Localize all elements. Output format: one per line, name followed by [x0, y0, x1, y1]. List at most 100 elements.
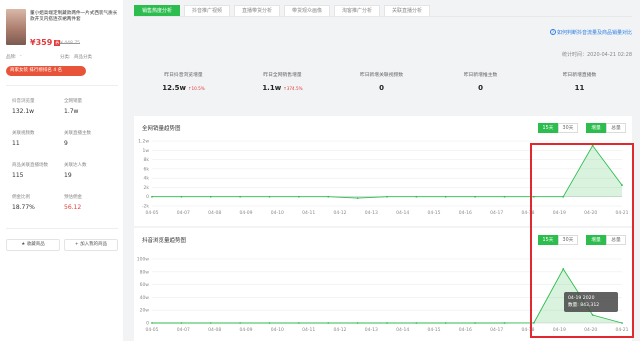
y-tick-label: 80w: [140, 269, 150, 275]
stat-value: 19: [64, 172, 72, 179]
data-point: [444, 195, 447, 198]
x-tick-label: 04-10: [271, 210, 284, 216]
help-link[interactable]: ? 如何判断抖音流量及商品销量对比: [549, 29, 632, 36]
brand-label: 品牌:: [6, 55, 17, 60]
add-library-button[interactable]: + 加入我的商品: [64, 239, 118, 251]
summary-row: 昨日抖音浏览增量 12.5w ↑10.5% 昨日全网销售增量 1.1w ↑374.5…: [134, 62, 632, 98]
tab-sales-heat[interactable]: 销售热度分析: [134, 5, 180, 16]
summary-label: 昨日新增直播数: [562, 73, 597, 78]
summary-label: 昨日新增推主数: [463, 73, 498, 78]
tooltip-date: 04-19 2020: [568, 296, 595, 301]
chart-tooltip: 04-19 2020 数量: 843,312: [564, 292, 618, 312]
product-panel: 董小姐高端定制藏款两件一片式西装气质长款开叉内搭连衣裙两件套 ¥359 券 ¥ 4…: [0, 0, 123, 341]
x-tick-label: 04-10: [271, 327, 284, 333]
stat-value: 56.12: [64, 204, 82, 211]
y-tick-label: 4k: [144, 176, 150, 182]
y-tick-label: 1w: [142, 148, 149, 154]
series-area: [152, 269, 622, 323]
data-point: [151, 322, 153, 324]
x-tick-label: 04-14: [396, 210, 409, 216]
stat-label: 关联达人数: [64, 163, 87, 168]
x-tick-label: 04-19: [553, 210, 566, 216]
summary-value: 1.1w ↑374.5%: [233, 84, 332, 92]
app-root: 董小姐高端定制藏款两件一片式西装气质长款开叉内搭连衣裙两件套 ¥359 券 ¥ 4…: [0, 0, 640, 341]
tab-taoke[interactable]: 淘客推广分析: [334, 5, 380, 16]
updated-time: 统计时间：2020-04-21 02:28: [561, 52, 632, 58]
price-value: ¥359: [30, 38, 53, 47]
data-point: [621, 322, 623, 324]
x-tick-label: 04-14: [396, 327, 409, 333]
summary-value: 12.5w ↑10.5%: [134, 84, 233, 92]
summary-item: 昨日新增直播数 11: [530, 62, 629, 92]
sales-chart[interactable]: 1.2w 1w 8k 6k 4k 2k 0 -2k04-05 04-07 04-08 04-09 04…: [134, 116, 632, 226]
stat-label: 预估佣金: [64, 195, 82, 200]
x-tick-label: 04-21: [615, 327, 628, 333]
y-tick-label: 2k: [144, 185, 150, 191]
x-tick-label: 04-16: [459, 327, 472, 333]
data-point: [474, 195, 477, 198]
tab-audience[interactable]: 带货观众画像: [284, 5, 330, 16]
x-tick-label: 04-15: [427, 327, 440, 333]
x-tick-label: 04-18: [521, 210, 534, 216]
summary-number: 12.5w: [162, 84, 186, 92]
summary-label: 昨日新增关联视频数: [359, 73, 404, 78]
stat-value: 11: [12, 140, 20, 147]
data-point: [503, 322, 506, 324]
product-title[interactable]: 董小姐高端定制藏款两件一片式西装气质长款开叉内搭连衣裙两件套: [30, 11, 120, 23]
rank-badge[interactable]: 商家女装 排行榜排名 4 名: [6, 66, 86, 76]
y-tick-label: 0: [146, 194, 149, 200]
x-tick-label: 04-08: [208, 210, 221, 216]
data-point: [562, 195, 565, 198]
stat-value: 18.77%: [12, 204, 35, 211]
summary-change: ↑10.5%: [187, 86, 205, 91]
y-tick-label: 100w: [137, 257, 150, 263]
data-point: [239, 322, 242, 324]
x-tick-label: 04-08: [208, 327, 221, 333]
y-tick-label: 0: [146, 321, 149, 327]
series-line: [152, 144, 623, 199]
data-point: [503, 195, 506, 198]
summary-change: ↑374.5%: [283, 86, 303, 91]
stat-label: 关联直播主数: [64, 131, 91, 136]
data-point: [297, 195, 300, 198]
stat-label: 商品关联直播场数: [12, 163, 48, 168]
stat-value: 9: [64, 140, 68, 147]
data-point: [151, 195, 153, 198]
data-point: [386, 322, 388, 324]
data-point: [356, 322, 359, 324]
data-point: [474, 322, 477, 324]
data-point: [444, 322, 447, 324]
tab-promo-videos[interactable]: 抖音推广视频: [184, 5, 230, 16]
summary-item: 昨日全网销售增量 1.1w ↑374.5%: [233, 62, 332, 92]
views-chart[interactable]: 100w 80w 60w 40w 20w 004-05 04-07 04-08 04-09 04-…: [134, 228, 632, 341]
tab-live-sales[interactable]: 直播带货分析: [234, 5, 280, 16]
x-tick-label: 04-13: [365, 327, 378, 333]
data-point: [327, 195, 330, 198]
summary-item: 昨日抖音浏览增量 12.5w ↑10.5%: [134, 62, 233, 92]
data-point: [239, 195, 242, 198]
x-tick-label: 04-16: [459, 210, 472, 216]
y-tick-label: -2k: [142, 204, 149, 210]
x-tick-label: 04-07: [177, 327, 190, 333]
summary-number: 1.1w: [262, 84, 282, 92]
stat-label: 关联视频数: [12, 131, 35, 136]
summary-value: 11: [574, 84, 585, 92]
summary-value: 0: [379, 84, 384, 92]
y-tick-label: 40w: [140, 295, 150, 301]
y-tick-label: 60w: [140, 282, 150, 288]
data-point: [415, 195, 418, 198]
data-point: [209, 195, 212, 198]
x-tick-label: 04-11: [302, 327, 315, 333]
x-tick-label: 04-05: [145, 327, 158, 333]
tab-related-live[interactable]: 关联直播分析: [384, 5, 430, 16]
summary-label: 昨日全网销售增量: [263, 73, 302, 78]
x-tick-label: 04-20: [584, 210, 597, 216]
product-thumbnail[interactable]: [6, 9, 26, 45]
y-tick-label: 8k: [144, 157, 150, 163]
category-value: 商品分类: [74, 55, 92, 60]
x-tick-label: 04-07: [177, 210, 190, 216]
stat-label: 佣金比例: [12, 195, 30, 200]
x-tick-label: 04-09: [239, 210, 252, 216]
summary-label: 昨日抖音浏览增量: [164, 73, 203, 78]
favorite-button[interactable]: ★ 收藏商品: [6, 239, 60, 251]
